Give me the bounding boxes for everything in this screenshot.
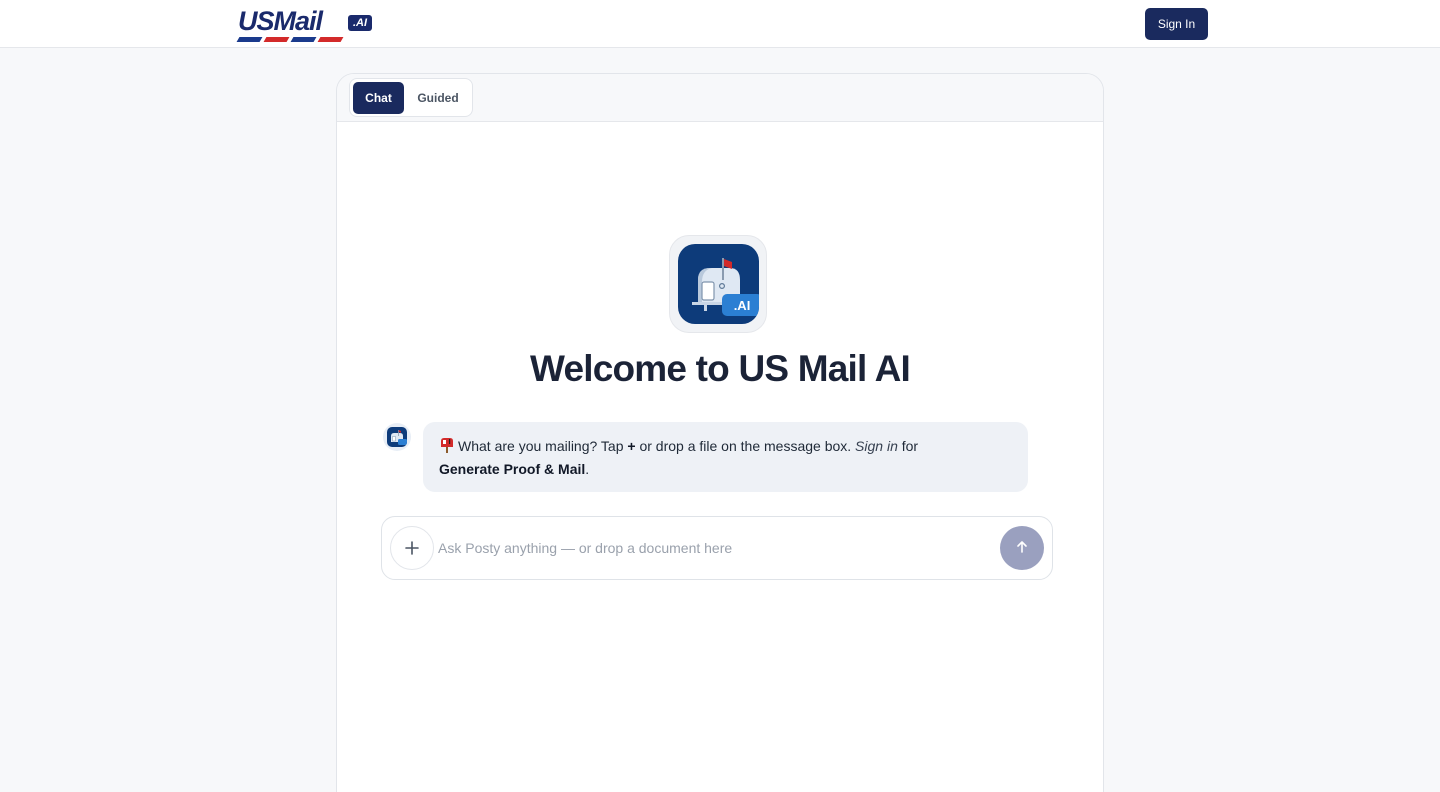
logo-badge: .AI: [348, 15, 373, 31]
message-input[interactable]: [438, 527, 988, 569]
usmail-logo[interactable]: USMail .AI: [236, 6, 384, 44]
mailbox-avatar-icon: [387, 427, 407, 447]
arrow-up-icon: [1017, 540, 1027, 553]
message-text-3: for: [897, 438, 919, 454]
message-generate-proof: Generate Proof & Mail: [439, 461, 586, 477]
chat-card: Chat Guided .AI Welcome to US Mail AI Wh…: [336, 73, 1104, 792]
mailbox-logo-icon: .AI: [678, 244, 759, 324]
app-icon-badge-text: .AI: [734, 298, 751, 313]
posty-avatar: [383, 423, 411, 451]
message-composer: [381, 516, 1053, 580]
mode-tabs: Chat Guided: [349, 78, 473, 117]
logo-text: USMail: [238, 6, 323, 36]
send-button[interactable]: [1000, 526, 1044, 570]
mailbox-emoji-icon: [439, 437, 455, 453]
message-text-1: What are you mailing? Tap: [458, 438, 628, 454]
plus-icon: [405, 541, 419, 555]
sign-in-button[interactable]: Sign In: [1145, 8, 1208, 40]
message-text-2: or drop a file on the message box.: [635, 438, 856, 454]
top-bar: USMail .AI Sign In: [0, 0, 1440, 48]
app-icon-frame: .AI: [669, 235, 767, 333]
assistant-message: What are you mailing? Tap + or drop a fi…: [423, 422, 1028, 492]
tab-chat[interactable]: Chat: [353, 82, 404, 114]
tab-guided[interactable]: Guided: [408, 82, 468, 114]
message-end: .: [585, 461, 590, 477]
welcome-title: Welcome to US Mail AI: [530, 348, 911, 389]
attach-button[interactable]: [390, 526, 434, 570]
logo-stripes: [236, 37, 358, 43]
message-plus: +: [627, 438, 636, 454]
card-header: Chat Guided: [337, 74, 1103, 122]
message-sign-in-link[interactable]: Sign in: [855, 438, 898, 454]
